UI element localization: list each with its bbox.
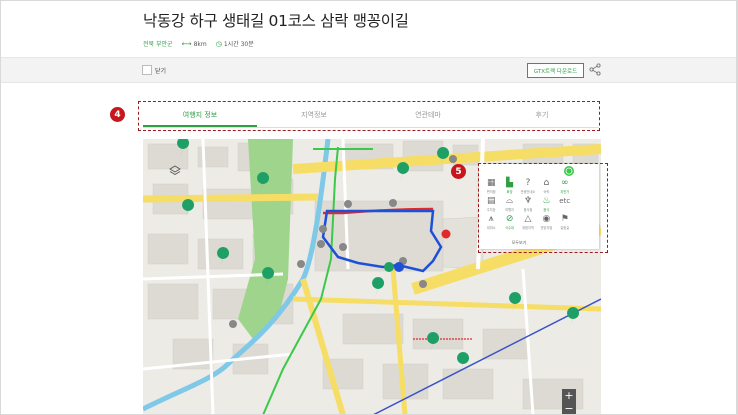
annotation-badge-4: 4: [110, 107, 125, 122]
share-icon[interactable]: [589, 63, 601, 76]
distance-arrow-icon: ⟷: [181, 39, 192, 48]
clock-icon: ◷: [215, 40, 222, 48]
time-info: ◷ 1시간 30분: [216, 39, 254, 48]
annotation-badge-5: 5: [451, 164, 466, 179]
gtx-download-button[interactable]: GTX트랙 다운로드: [527, 63, 584, 78]
annotation-box-tabs: [138, 101, 600, 131]
zoom-in-button[interactable]: +: [564, 389, 573, 402]
close-checkbox-label: 닫기: [155, 68, 167, 75]
toolbar: 닫기 GTX트랙 다운로드: [1, 57, 736, 83]
zoom-out-button[interactable]: −: [564, 402, 573, 414]
annotation-box-poi: [478, 163, 608, 253]
layers-icon[interactable]: [169, 165, 181, 177]
page: 낙동강 하구 생태길 01코스 삼락 맹꽁이길 전북 부안군 ⟷ 8km ◷ 1시간…: [1, 1, 736, 414]
close-checkbox[interactable]: [142, 65, 152, 75]
time-value: 1시간 30분: [223, 41, 254, 48]
course-meta: 전북 부안군 ⟷ 8km ◷ 1시간 30분: [143, 39, 254, 49]
page-title: 낙동강 하구 생태길 01코스 삼락 맹꽁이길: [143, 12, 409, 30]
zoom-control: + −: [562, 389, 576, 414]
region-label: 전북 부안군: [143, 41, 173, 48]
distance-info: ⟷ 8km: [182, 40, 207, 48]
distance-value: 8km: [193, 40, 207, 48]
